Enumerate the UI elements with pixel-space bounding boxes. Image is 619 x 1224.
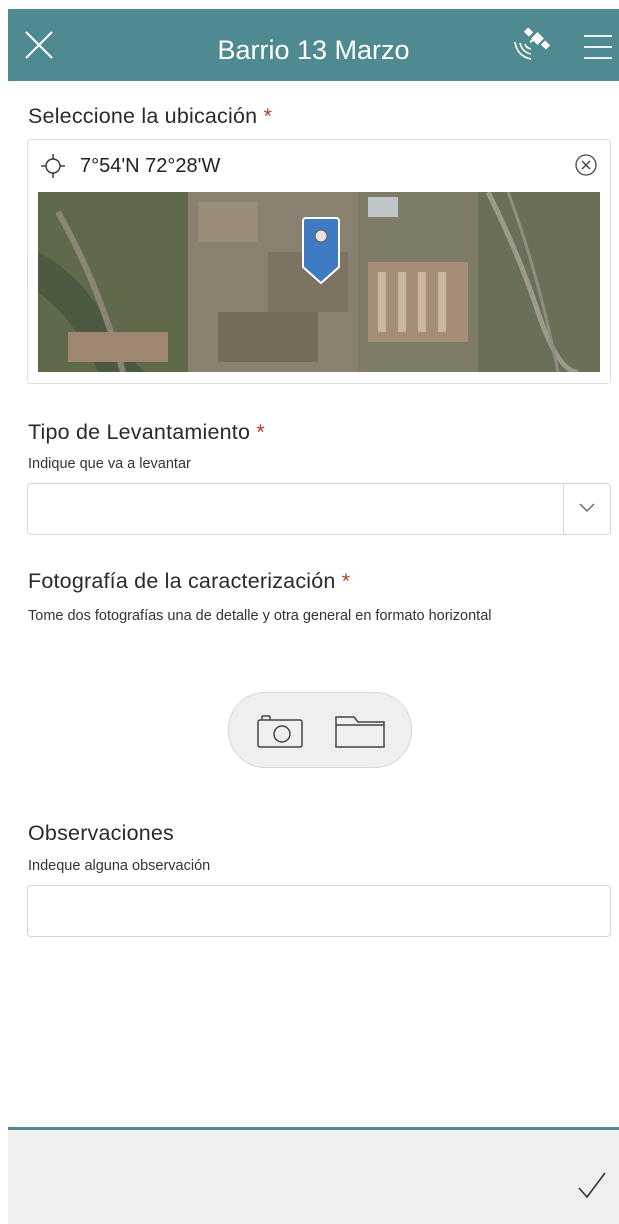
folder-icon[interactable] (334, 713, 386, 749)
footer-bar (8, 1127, 619, 1224)
crosshair-icon (41, 154, 65, 178)
satellite-gps-icon[interactable] (511, 28, 553, 64)
media-picker (228, 692, 412, 768)
required-marker: * (341, 569, 351, 593)
observaciones-hint: Indeque alguna observación (28, 858, 211, 874)
camera-icon[interactable] (256, 713, 304, 749)
required-marker: * (263, 104, 273, 128)
map-preview[interactable] (38, 192, 600, 372)
tipo-label: Tipo de Levantamiento * (28, 420, 265, 445)
foto-label: Fotografía de la caracterización * (28, 569, 350, 594)
tipo-label-text: Tipo de Levantamiento (28, 420, 251, 444)
foto-label-text: Fotografía de la caracterización (28, 569, 336, 593)
checkmark-icon[interactable] (577, 1170, 607, 1200)
tipo-hint: Indique que va a levantar (28, 456, 191, 472)
select-divider (563, 484, 564, 534)
clear-icon[interactable] (574, 153, 598, 177)
coordinates-row[interactable]: 7°54'N 72°28'W (28, 140, 610, 192)
location-card[interactable]: 7°54'N 72°28'W (27, 139, 611, 384)
tipo-select[interactable] (27, 483, 611, 535)
coordinates-text: 7°54'N 72°28'W (80, 155, 221, 177)
app-header: Barrio 13 Marzo (8, 9, 619, 81)
location-label-text: Seleccione la ubicación (28, 104, 258, 128)
chevron-down-icon[interactable] (578, 501, 596, 515)
required-marker: * (256, 420, 265, 444)
observaciones-label-text: Observaciones (28, 821, 175, 845)
menu-icon[interactable] (582, 33, 614, 61)
observaciones-input[interactable] (27, 885, 611, 937)
foto-hint: Tome dos fotografías una de detalle y ot… (28, 608, 492, 624)
observaciones-label: Observaciones (28, 821, 174, 846)
location-label: Seleccione la ubicación * (28, 104, 272, 129)
